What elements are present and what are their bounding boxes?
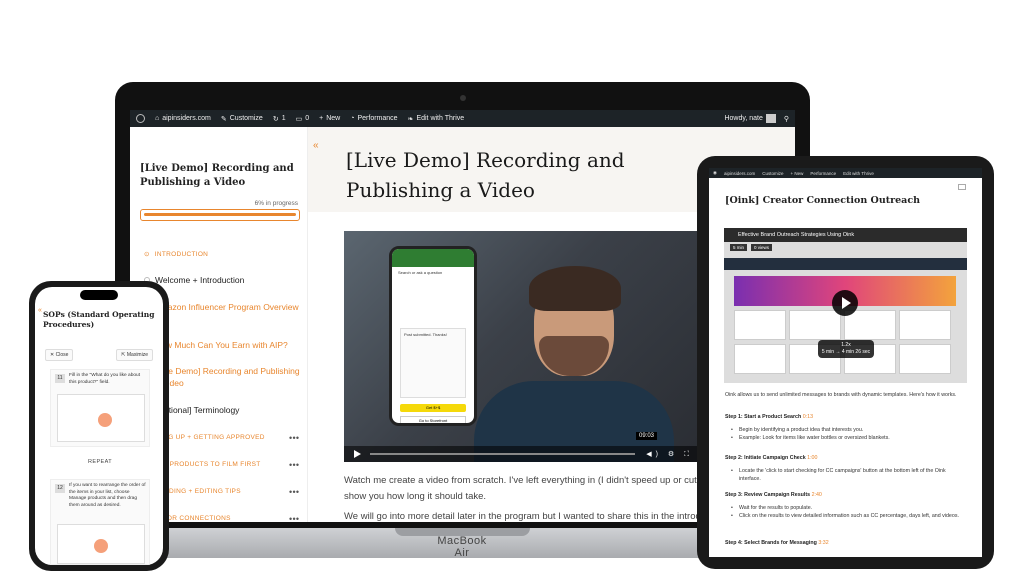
- wp-thrive-link[interactable]: ❧ Edit with Thrive: [408, 115, 465, 123]
- lesson-item[interactable]: Welcome + Introduction: [144, 274, 304, 286]
- tablet-step: Step 3: Review Campaign Results 2:40 Wai…: [725, 491, 965, 520]
- highlight-dot: [98, 413, 112, 427]
- tablet-step: Step 4: Select Brands for Messaging 3:32: [725, 540, 829, 546]
- phone-btn-primary: Get $+$: [400, 404, 466, 412]
- laptop-camera: [460, 95, 466, 101]
- wp-performance-link[interactable]: ◔ Performance: [350, 115, 397, 122]
- laptop-screen: ⌂ aipinsiders.com ✎ Customize ↻ 1 ▭ 0 + New ◔…: [130, 110, 795, 522]
- video-phone-mockup: Search or ask a question Post submitted.…: [389, 246, 477, 426]
- more-icon[interactable]: •••: [289, 433, 299, 443]
- phone-card-title: Post submitted. Thanks!: [404, 332, 447, 337]
- wp-new-link[interactable]: + New: [790, 171, 803, 176]
- progress-text: 6% in progress: [254, 200, 298, 207]
- highlight-dot: [94, 539, 108, 553]
- tablet-video-title: Effective Brand Outreach Strategies Usin…: [724, 228, 967, 242]
- brush-icon: ✎: [220, 115, 227, 123]
- video-scrubber[interactable]: [370, 453, 635, 455]
- collapse-sidebar-icon[interactable]: «: [38, 307, 42, 314]
- search-icon[interactable]: ⚲: [784, 115, 789, 123]
- phone-search: Search or ask a question: [398, 270, 443, 275]
- tablet-wp-admin-bar: ◉ aipinsiders.com Customize + New Perfor…: [709, 168, 982, 178]
- step-number: 12: [55, 484, 65, 493]
- more-icon[interactable]: •••: [289, 487, 299, 497]
- wp-thrive-link[interactable]: Edit with Thrive: [843, 171, 874, 176]
- play-icon[interactable]: [354, 450, 361, 458]
- phone-screen: « SOPs (Standard Operating Procedures) ✕…: [35, 287, 163, 565]
- volume-settings-fullscreen-icons[interactable]: ◀) ⚙ ⛶: [646, 450, 693, 459]
- video-time: 09:03: [635, 432, 657, 440]
- sop-step-card: 12 If you want to rearrange the order of…: [50, 479, 150, 565]
- wp-comments-link[interactable]: ▭ 0: [296, 115, 310, 123]
- tablet-video-player[interactable]: Effective Brand Outreach Strategies Usin…: [724, 228, 967, 383]
- phone-card: Post submitted. Thanks!: [400, 328, 466, 398]
- leaf-icon: ❧: [407, 115, 414, 123]
- tablet-video-meta: 5 min 0 views: [730, 244, 773, 251]
- home-icon: ⌂: [155, 115, 160, 122]
- wp-site-link[interactable]: ⌂ aipinsiders.com: [155, 115, 211, 122]
- video-controls: ◀) ⚙ ⛶: [344, 446, 699, 462]
- wp-new-link[interactable]: + New: [319, 115, 340, 122]
- timestamp-link[interactable]: 2:40: [812, 492, 822, 498]
- repeat-divider: REPEAT: [88, 459, 112, 465]
- more-icon[interactable]: •••: [289, 514, 299, 523]
- wp-updates-link[interactable]: ↻ 1: [273, 115, 286, 123]
- tablet-intro: Oink allows us to send unlimited message…: [725, 392, 957, 398]
- avatar[interactable]: [958, 184, 966, 190]
- phone-toolbar: ✕ Close ⇱ Maximize: [45, 349, 153, 361]
- maximize-button[interactable]: ⇱ Maximize: [116, 349, 153, 361]
- play-icon[interactable]: [832, 290, 858, 316]
- timestamp-link[interactable]: 1:00: [807, 455, 817, 461]
- phone-doc-title: SOPs (Standard Operating Procedures): [43, 310, 155, 329]
- step-screenshot: [57, 524, 145, 564]
- step-number: 11: [55, 374, 65, 383]
- step-text: If you want to rearrange the order of th…: [69, 483, 146, 508]
- progress-fill: [144, 213, 296, 216]
- wp-admin-bar: ⌂ aipinsiders.com ✎ Customize ↻ 1 ▭ 0 + New ◔…: [130, 110, 795, 127]
- avatar: [765, 114, 776, 123]
- gauge-icon: ◔: [350, 115, 355, 122]
- step-screenshot: [57, 394, 145, 442]
- presenter-hair: [529, 266, 621, 311]
- section-introduction[interactable]: ⊙ INTRODUCTION: [144, 250, 208, 259]
- wp-performance-link[interactable]: Performance: [810, 171, 836, 176]
- tablet-step: Step 1: Start a Product Search 0:13 Begi…: [725, 413, 965, 442]
- sop-step-card: 11 Fill in the "What do you like about t…: [50, 369, 150, 447]
- timestamp-link[interactable]: 0:13: [803, 414, 813, 420]
- phone-app-header: [392, 249, 474, 267]
- phone-btn-secondary: Go to Storefront: [400, 416, 466, 423]
- wp-account-link[interactable]: Howdy, nate: [724, 114, 776, 123]
- tablet-lesson-title: [Oink] Creator Connection Outreach: [725, 195, 921, 206]
- wordpress-logo-icon[interactable]: ◉: [713, 170, 717, 176]
- tablet-screen: ◉ aipinsiders.com Customize + New Perfor…: [709, 168, 982, 557]
- lesson-title: [Live Demo] Recording and Publishing a V…: [346, 148, 625, 202]
- wp-customize-link[interactable]: Customize: [762, 171, 783, 176]
- comment-icon: ▭: [295, 115, 303, 123]
- wp-customize-link[interactable]: ✎ Customize: [221, 115, 263, 123]
- wp-site-link[interactable]: aipinsiders.com: [724, 171, 755, 176]
- step-text: Fill in the "What do you like about this…: [69, 373, 141, 385]
- timestamp-link[interactable]: 3:32: [818, 540, 828, 546]
- course-title: [Live Demo] Recording and Publishing a V…: [140, 163, 294, 188]
- wordpress-logo-icon[interactable]: [136, 114, 145, 123]
- close-button[interactable]: ✕ Close: [45, 349, 74, 361]
- tablet-step: Step 2: Initiate Campaign Check 1:00 Loc…: [725, 454, 965, 483]
- device-mockup-scene: ⌂ aipinsiders.com ✎ Customize ↻ 1 ▭ 0 + New ◔…: [0, 0, 1024, 576]
- video-player[interactable]: Search or ask a question Post submitted.…: [344, 231, 699, 462]
- collapse-sidebar-icon[interactable]: «: [313, 140, 319, 151]
- speed-pill: 1.2x 5 min → 4 min 26 sec: [818, 340, 874, 358]
- phone-dynamic-island: [80, 290, 118, 300]
- progress-bar: [140, 209, 300, 221]
- laptop-brand-label: MacBook Air: [437, 535, 487, 559]
- refresh-icon: ↻: [272, 115, 279, 123]
- plus-icon: +: [319, 115, 324, 122]
- chevron-circle-icon: ⊙: [144, 251, 150, 258]
- more-icon[interactable]: •••: [289, 460, 299, 470]
- amazon-header: [724, 258, 967, 270]
